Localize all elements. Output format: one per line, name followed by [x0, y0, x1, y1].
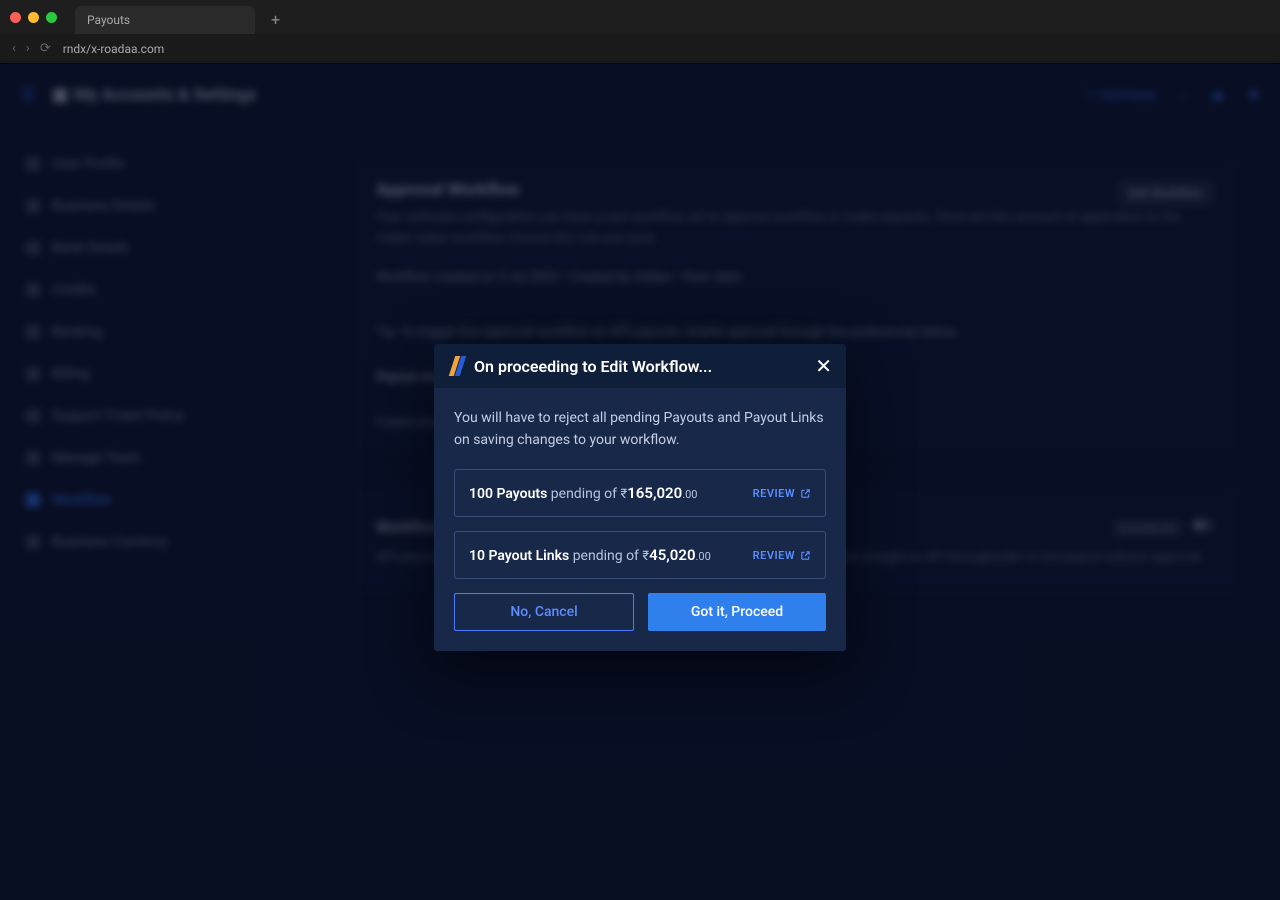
- modal-title: On proceeding to Edit Workflow...: [474, 357, 805, 376]
- browser-titlebar: Payouts +: [0, 0, 1280, 34]
- maximize-window-icon[interactable]: [46, 12, 57, 23]
- pending-payouts-box: 100 Payouts pending of ₹165,020.00 REVIE…: [454, 469, 826, 517]
- window-controls: [10, 12, 57, 23]
- edit-workflow-confirm-modal: On proceeding to Edit Workflow... ✕ You …: [434, 344, 846, 651]
- warning-stripe-icon: [448, 356, 464, 376]
- external-link-icon: [800, 488, 811, 499]
- new-tab-button[interactable]: +: [271, 10, 280, 29]
- review-payout-links-link[interactable]: REVIEW: [753, 549, 811, 562]
- browser-tab[interactable]: Payouts: [75, 6, 255, 34]
- external-link-icon: [800, 550, 811, 561]
- close-window-icon[interactable]: [10, 12, 21, 23]
- close-icon[interactable]: ✕: [815, 356, 832, 376]
- app-viewport: ☰ ▦ My Accounts & Settings ⎋ Quickpay ⌕ …: [0, 64, 1280, 900]
- pending-payout-links-box: 10 Payout Links pending of ₹45,020.00 RE…: [454, 531, 826, 579]
- review-payouts-link[interactable]: REVIEW: [753, 487, 811, 500]
- cancel-button[interactable]: No, Cancel: [454, 593, 634, 631]
- pending-payout-links-text: 10 Payout Links pending of ₹45,020.00: [469, 546, 711, 564]
- proceed-button[interactable]: Got it, Proceed: [648, 593, 826, 631]
- minimize-window-icon[interactable]: [28, 12, 39, 23]
- browser-url-bar: ‹ › ⟳ rndx/x-roadaa.com: [0, 34, 1280, 64]
- tab-title: Payouts: [87, 13, 130, 27]
- modal-message: You will have to reject all pending Payo…: [454, 408, 826, 451]
- pending-payouts-text: 100 Payouts pending of ₹165,020.00: [469, 484, 697, 502]
- back-icon[interactable]: ‹: [12, 41, 16, 56]
- modal-header: On proceeding to Edit Workflow... ✕: [434, 344, 846, 388]
- url-field[interactable]: rndx/x-roadaa.com: [63, 42, 1268, 56]
- reload-icon[interactable]: ⟳: [40, 41, 51, 56]
- forward-icon[interactable]: ›: [26, 41, 30, 56]
